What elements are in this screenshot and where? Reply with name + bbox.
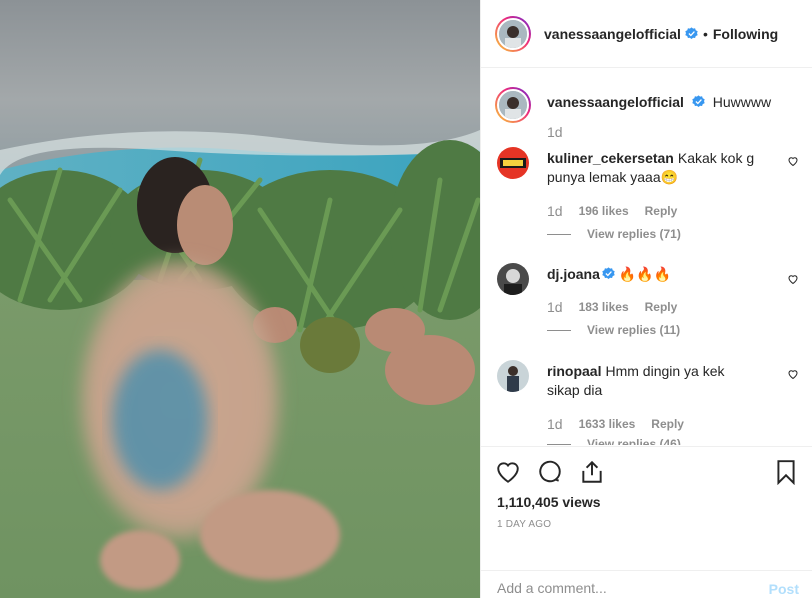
comment-input[interactable] [497, 580, 747, 596]
view-replies-link[interactable]: View replies (11) [547, 323, 680, 337]
commenter-username[interactable]: kuliner_cekersetan [547, 150, 674, 166]
reply-button[interactable]: Reply [651, 417, 684, 431]
comment-body: rinopaal Hmm dingin ya kek sikap dia [547, 362, 757, 400]
like-comment-heart-icon[interactable] [787, 155, 799, 167]
bookmark-icon[interactable] [773, 459, 799, 486]
commenter-avatar[interactable] [497, 263, 529, 295]
comment-meta: 1d 196 likes Reply [547, 203, 677, 219]
verified-badge-icon [685, 27, 698, 40]
like-comment-heart-icon[interactable] [787, 368, 799, 380]
comment-likes[interactable]: 196 likes [579, 204, 629, 218]
post-header: vanessaangelofficial • Following [481, 0, 812, 68]
post-actions: 1,110,405 views 1 DAY AGO [481, 446, 812, 570]
post-media[interactable] [0, 0, 480, 598]
reply-button[interactable]: Reply [645, 300, 678, 314]
comment-meta: 1d 1633 likes Reply [547, 416, 684, 432]
following-button[interactable]: Following [713, 26, 778, 42]
caption-username[interactable]: vanessaangelofficial [547, 94, 684, 110]
view-replies-label: View replies (46) [587, 437, 681, 445]
verified-badge-icon [692, 95, 705, 108]
view-replies-link[interactable]: View replies (71) [547, 227, 681, 241]
views-count[interactable]: 1,110,405 views [497, 494, 601, 510]
caption-avatar[interactable] [495, 87, 531, 123]
commenter-username[interactable]: dj.joana [547, 266, 600, 282]
comments-list[interactable]: vanessaangelofficial Huwwww 1d kuliner_c… [481, 69, 812, 445]
comment-time: 1d [547, 203, 563, 219]
view-replies-link[interactable]: View replies (46) [547, 437, 681, 445]
reply-button[interactable]: Reply [645, 204, 678, 218]
post-comment-button[interactable]: Post [769, 581, 799, 597]
commenter-avatar[interactable] [497, 360, 529, 392]
comment-likes[interactable]: 183 likes [579, 300, 629, 314]
author-username[interactable]: vanessaangelofficial [544, 26, 681, 42]
share-icon[interactable] [579, 459, 605, 485]
comment-text: 🔥🔥🔥 [618, 266, 672, 282]
verified-badge-icon [602, 267, 615, 280]
post-image [0, 0, 480, 598]
caption-text: Huwwww [712, 94, 772, 110]
separator-dot: • [702, 25, 708, 42]
commenter-avatar[interactable] [497, 147, 529, 179]
comment-icon[interactable] [537, 459, 563, 485]
comment-composer: Post [481, 570, 812, 598]
post-side-panel: vanessaangelofficial • Following vanessa… [480, 0, 812, 598]
like-heart-icon[interactable] [495, 459, 521, 485]
view-replies-label: View replies (71) [587, 227, 681, 241]
commenter-username[interactable]: rinopaal [547, 363, 601, 379]
replies-divider [547, 329, 571, 331]
replies-divider [547, 443, 571, 445]
comment-time: 1d [547, 299, 563, 315]
comment-likes[interactable]: 1633 likes [579, 417, 636, 431]
view-replies-label: View replies (11) [587, 323, 681, 337]
replies-divider [547, 233, 571, 235]
comment-body: kuliner_cekersetan Kakak kok g punya lema… [547, 149, 757, 187]
post-timestamp: 1 DAY AGO [497, 519, 552, 530]
comment-meta: 1d 183 likes Reply [547, 299, 677, 315]
like-comment-heart-icon[interactable] [787, 273, 799, 285]
comment-body: dj.joana 🔥🔥🔥 [547, 265, 757, 284]
caption-time: 1d [547, 124, 563, 140]
author-avatar[interactable] [495, 15, 531, 52]
comment-time: 1d [547, 416, 563, 432]
